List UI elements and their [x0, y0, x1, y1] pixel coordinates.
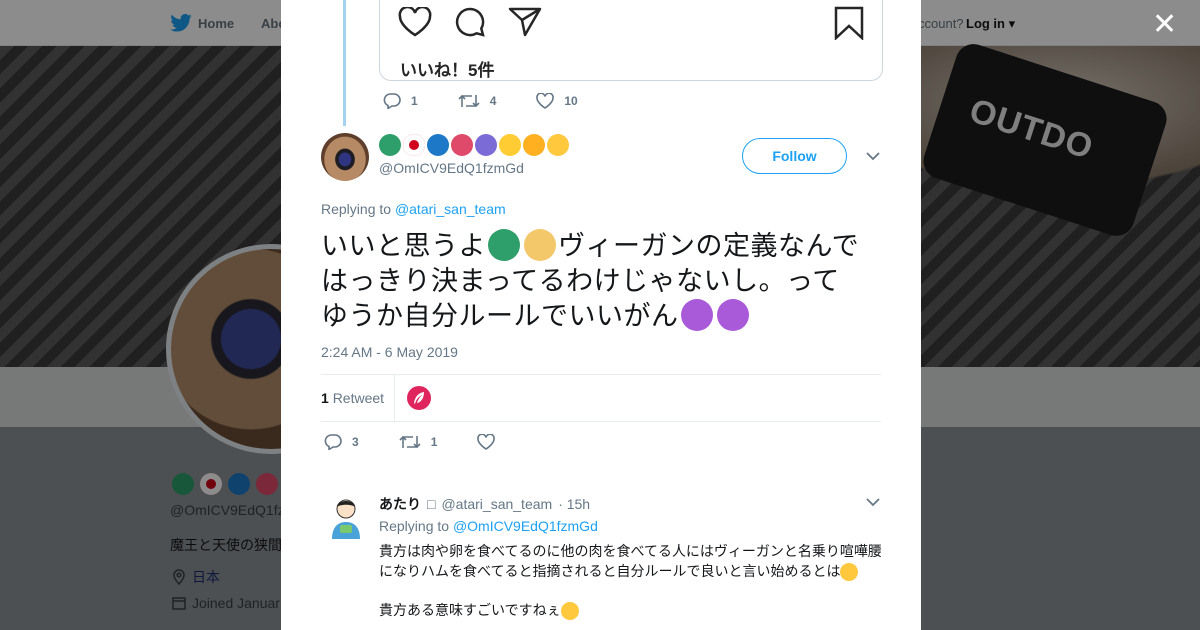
reply-count: 1	[411, 94, 418, 108]
tweet-author-handle[interactable]: @OmICV9EdQ1fzmGd	[379, 160, 524, 176]
tweet-author-avatar[interactable]	[321, 133, 369, 181]
thread-connector-line	[343, 0, 346, 126]
woman-pouting-emoji-icon	[716, 299, 749, 331]
reply-action[interactable]: 1	[383, 93, 418, 109]
genie-emoji-icon	[475, 134, 497, 156]
replying-to-line: Replying to @atari_san_team	[321, 201, 506, 217]
tweet-stats: 1 Retweet	[321, 374, 881, 422]
woman-pouting-emoji-icon	[680, 299, 713, 331]
retweet-stat-count: 1	[321, 390, 329, 406]
reply-author-avatar[interactable]	[322, 493, 370, 541]
reply-badge: □	[427, 496, 436, 512]
mermaid-emoji-icon	[379, 134, 401, 156]
heart-icon	[536, 93, 555, 109]
like-count: 10	[564, 94, 578, 108]
wave-emoji-icon	[427, 134, 449, 156]
retweet-action[interactable]: 1	[399, 434, 438, 450]
rolling-laughing-emoji-icon	[523, 134, 545, 156]
replying-prefix: Replying to	[321, 201, 395, 217]
reply-icon	[324, 434, 342, 450]
retweet-action[interactable]: 4	[458, 93, 497, 109]
retweet-stat[interactable]: 1 Retweet	[321, 390, 384, 406]
tweet-permalink-modal: いいね！5件 1 4 10 @OmICV9EdQ1fzmGd Follow Re…	[281, 0, 921, 630]
retweet-count: 1	[430, 435, 438, 449]
tweet-text-line3: ゆうか自分ルールでいいがん	[321, 301, 679, 331]
retweet-icon	[399, 435, 421, 449]
retweet-stat-label: Retweet	[332, 390, 385, 406]
like-action[interactable]: 10	[536, 93, 578, 109]
woman-shrugging-emoji-icon	[524, 229, 556, 261]
relaxed-face-emoji-icon	[560, 602, 579, 621]
bookmark-icon	[834, 6, 864, 40]
smiling-halo-emoji-icon	[840, 563, 859, 582]
quoted-media-card[interactable]: いいね！5件	[379, 0, 883, 81]
chevron-down-icon[interactable]	[866, 497, 880, 507]
like-action[interactable]	[477, 434, 496, 450]
close-icon[interactable]: ✕	[1152, 10, 1177, 40]
reply-text-second-body: 貴方ある意味すごいですねぇ	[379, 602, 561, 618]
stats-divider	[394, 375, 395, 421]
reply-action[interactable]: 3	[324, 434, 359, 450]
retweet-icon	[458, 94, 480, 108]
quoted-likes-count: いいね！5件	[400, 61, 495, 80]
chevron-down-icon[interactable]	[866, 151, 880, 161]
sunglasses-face-emoji-icon	[499, 134, 521, 156]
japan-flag-emoji-icon	[403, 134, 425, 156]
reply-replying-to-link[interactable]: @OmICV9EdQ1fzmGd	[453, 518, 598, 534]
send-paper-plane-icon	[508, 7, 542, 37]
tweet-text-line1b: ヴィーガンの定義なんで	[558, 231, 860, 261]
retweeter-avatar[interactable]	[407, 386, 431, 410]
heart-outline-icon	[398, 7, 432, 37]
tweet-text-line2: はっきり決まってるわけじゃないし。って	[321, 266, 840, 296]
reply-replying-to-line: Replying to @OmICV9EdQ1fzmGd	[379, 518, 598, 534]
hushed-face-emoji-icon	[547, 134, 569, 156]
tweet-timestamp[interactable]: 2:24 AM - 6 May 2019	[321, 344, 458, 360]
feather-icon	[414, 392, 424, 404]
tulip-emoji-icon	[451, 134, 473, 156]
tweet-actions: 3 1	[324, 434, 535, 450]
reply-text: 貴方は肉や卵を食べてるのに他の肉を食べてる人にはヴィーガンと名乗り喧嘩腰になりハ…	[379, 541, 884, 582]
mermaid-emoji-icon	[488, 229, 520, 261]
reply-author-name[interactable]: あたり	[379, 494, 421, 514]
reply-author-handle[interactable]: @atari_san_team	[441, 496, 552, 512]
tweet-text-line1: いいと思うよ	[321, 231, 486, 261]
instagram-action-icons	[398, 6, 542, 38]
reply-text-body: 貴方は肉や卵を食べてるのに他の肉を食べてる人にはヴィーガンと名乗り喧嘩腰になりハ…	[379, 543, 882, 579]
parent-tweet-actions: 1 4 10	[383, 93, 618, 109]
reply-age[interactable]: · 15h	[558, 496, 590, 512]
comment-bubble-icon	[455, 7, 485, 37]
reply-header: あたり □ @atari_san_team · 15h	[379, 494, 590, 514]
tweet-text: いいと思うよ ヴィーガンの定義なんで はっきり決まってるわけじゃないし。って ゆう…	[321, 229, 881, 334]
retweet-count: 4	[489, 94, 497, 108]
tweet-author-name[interactable]	[379, 134, 569, 156]
replying-to-link[interactable]: @atari_san_team	[395, 201, 506, 217]
reply-text-second: 貴方ある意味すごいですねぇ	[379, 600, 579, 621]
cartoon-person-icon	[332, 499, 360, 539]
reply-icon	[383, 93, 401, 109]
reply-replying-prefix: Replying to	[379, 518, 453, 534]
follow-button[interactable]: Follow	[742, 138, 847, 174]
reply-count: 3	[352, 435, 359, 449]
heart-icon	[477, 434, 496, 450]
